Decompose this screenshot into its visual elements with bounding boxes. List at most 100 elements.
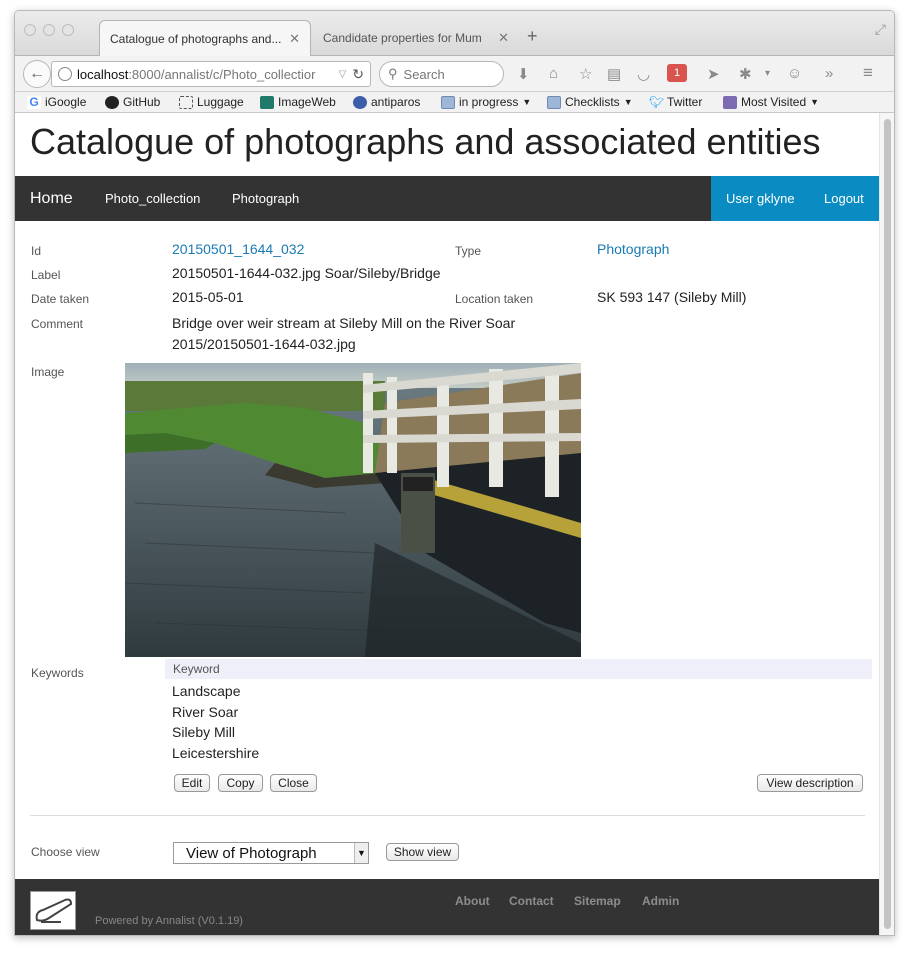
download-icon[interactable]: ⬇ (517, 65, 530, 83)
page-title: Catalogue of photographs and associated … (30, 121, 821, 162)
fullscreen-icon[interactable]: ⤢ (875, 21, 886, 38)
bookmark-github[interactable]: GitHub (105, 95, 160, 109)
search-placeholder: Search (403, 66, 445, 82)
chat-icon[interactable]: ☺ (787, 65, 802, 82)
keyword-item: Leicestershire (172, 745, 260, 761)
tools-dropdown-icon[interactable]: ▾ (765, 68, 770, 79)
show-view-button[interactable]: Show view (386, 843, 459, 861)
new-tab-icon[interactable]: + (527, 26, 538, 47)
home-icon[interactable]: ⌂ (549, 65, 558, 82)
zoom-window-button[interactable] (62, 24, 74, 36)
bookmark-star-icon[interactable]: ☆ (579, 65, 592, 83)
footer-sitemap-link[interactable]: Sitemap (574, 894, 621, 908)
dashed-box-icon (179, 95, 193, 109)
comment-value: Bridge over weir stream at Sileby Mill o… (172, 315, 516, 331)
footer-admin-link[interactable]: Admin (642, 894, 679, 908)
id-label: Id (31, 244, 42, 258)
bookmark-label: antiparos (371, 95, 421, 109)
bookmark-luggage[interactable]: Luggage (179, 95, 244, 109)
close-tab-icon[interactable]: ✕ (498, 30, 509, 46)
url-path: :8000/annalist/c/Photo_collectior (128, 66, 316, 82)
tools-icon[interactable]: ✱ (739, 65, 752, 83)
bookmark-igoogle[interactable]: G iGoogle (27, 95, 86, 109)
bookmark-most-visited[interactable]: Most Visited ▼ (723, 95, 819, 109)
location-taken-value: SK 593 147 (Sileby Mill) (597, 289, 747, 305)
edit-button[interactable]: Edit (174, 774, 210, 792)
nav-home-link[interactable]: Home (30, 176, 73, 221)
choose-view-label: Choose view (31, 845, 100, 859)
keywords-label: Keywords (31, 666, 84, 680)
tab-catalogue[interactable]: Catalogue of photographs and... ✕ (99, 20, 311, 56)
bookmark-label: ImageWeb (278, 95, 336, 109)
close-tab-icon[interactable]: ✕ (289, 31, 300, 47)
view-description-button[interactable]: View description (757, 774, 863, 792)
type-label: Type (455, 244, 482, 258)
minimize-window-button[interactable] (43, 24, 55, 36)
view-select[interactable]: View of Photograph ▼ (173, 842, 369, 864)
folder-icon (441, 95, 455, 109)
bookmark-label: iGoogle (45, 95, 87, 109)
github-icon (105, 95, 119, 109)
globe-icon (58, 67, 72, 81)
scrollbar[interactable] (879, 113, 894, 935)
photograph-image (125, 363, 581, 657)
bookmarks-bar: G iGoogle GitHub Luggage ImageWeb antipa… (15, 92, 894, 113)
browser-window: Catalogue of photographs and... ✕ Candid… (14, 10, 895, 936)
back-button[interactable]: ← (23, 60, 51, 88)
comment-label: Comment (31, 317, 84, 331)
pocket-icon[interactable]: ◡ (637, 65, 650, 83)
footer-contact-link[interactable]: Contact (509, 894, 554, 908)
bookmark-folder-checklists[interactable]: Checklists ▼ (547, 95, 633, 109)
label-label: Label (31, 268, 61, 282)
tab-bar: Catalogue of photographs and... ✕ Candid… (15, 11, 894, 56)
bookmark-folder-in-progress[interactable]: in progress ▼ (441, 95, 531, 109)
nav-photo-collection-link[interactable]: Photo_collection (105, 176, 200, 221)
page-content: Catalogue of photographs and associated … (15, 113, 881, 935)
user-link[interactable]: User gklyne (726, 176, 795, 221)
addon-badge-icon[interactable]: 1 (667, 64, 687, 82)
chevron-down-icon: ▼ (810, 97, 820, 107)
bookmark-label: Luggage (197, 95, 244, 109)
date-taken-value: 2015-05-01 (172, 289, 244, 305)
type-value-link[interactable]: Photograph (597, 241, 669, 257)
imageweb-icon (260, 95, 274, 109)
search-icon: ⚲ (388, 66, 398, 81)
reload-icon[interactable]: ↻ (352, 66, 364, 83)
reading-list-icon[interactable]: ▤ (607, 65, 621, 83)
url-host: localhost (77, 66, 129, 82)
copy-button[interactable]: Copy (218, 774, 263, 792)
close-window-button[interactable] (24, 24, 36, 36)
keyword-item: Sileby Mill (172, 724, 236, 740)
overflow-icon[interactable]: » (825, 65, 833, 82)
date-taken-label: Date taken (31, 292, 90, 306)
keyword-item: River Soar (172, 704, 239, 720)
address-bar[interactable]: localhost :8000/annalist/c/Photo_collect… (51, 61, 371, 87)
google-icon: G (27, 95, 41, 109)
tab-candidate-properties[interactable]: Candidate properties for Mum ✕ (313, 20, 519, 56)
bookmark-label: Checklists (565, 95, 620, 109)
bookmark-antiparos[interactable]: antiparos (353, 95, 420, 109)
photograph-image (125, 363, 581, 657)
id-value-link[interactable]: 20150501_1644_032 (172, 241, 304, 257)
bookmark-imageweb[interactable]: ImageWeb (260, 95, 336, 109)
bookmark-label: in progress (459, 95, 519, 109)
powered-by-text: Powered by Annalist (V0.1.19) (95, 915, 243, 927)
most-visited-icon (723, 95, 737, 109)
twitter-icon: 🐦︎ (649, 94, 665, 109)
keyword-column-header: Keyword (165, 659, 872, 679)
chevron-down-icon: ▼ (623, 97, 633, 107)
footer-about-link[interactable]: About (455, 894, 490, 908)
url-dropdown-icon[interactable]: ▽ (339, 69, 347, 80)
scrollbar-thumb[interactable] (884, 119, 891, 929)
user-area: User gklyne Logout (711, 176, 881, 221)
menu-icon[interactable]: ≡ (863, 63, 873, 83)
nav-photograph-link[interactable]: Photograph (232, 176, 299, 221)
logout-link[interactable]: Logout (824, 176, 864, 221)
send-icon[interactable]: ➤ (707, 65, 720, 83)
close-button[interactable]: Close (270, 774, 317, 792)
keyword-item: Landscape (172, 683, 241, 699)
bookmark-twitter[interactable]: 🐦︎ Twitter (649, 95, 702, 109)
back-arrow-icon: ← (29, 65, 45, 82)
chevron-down-icon: ▼ (354, 843, 368, 863)
search-input[interactable]: ⚲ Search (379, 61, 504, 87)
